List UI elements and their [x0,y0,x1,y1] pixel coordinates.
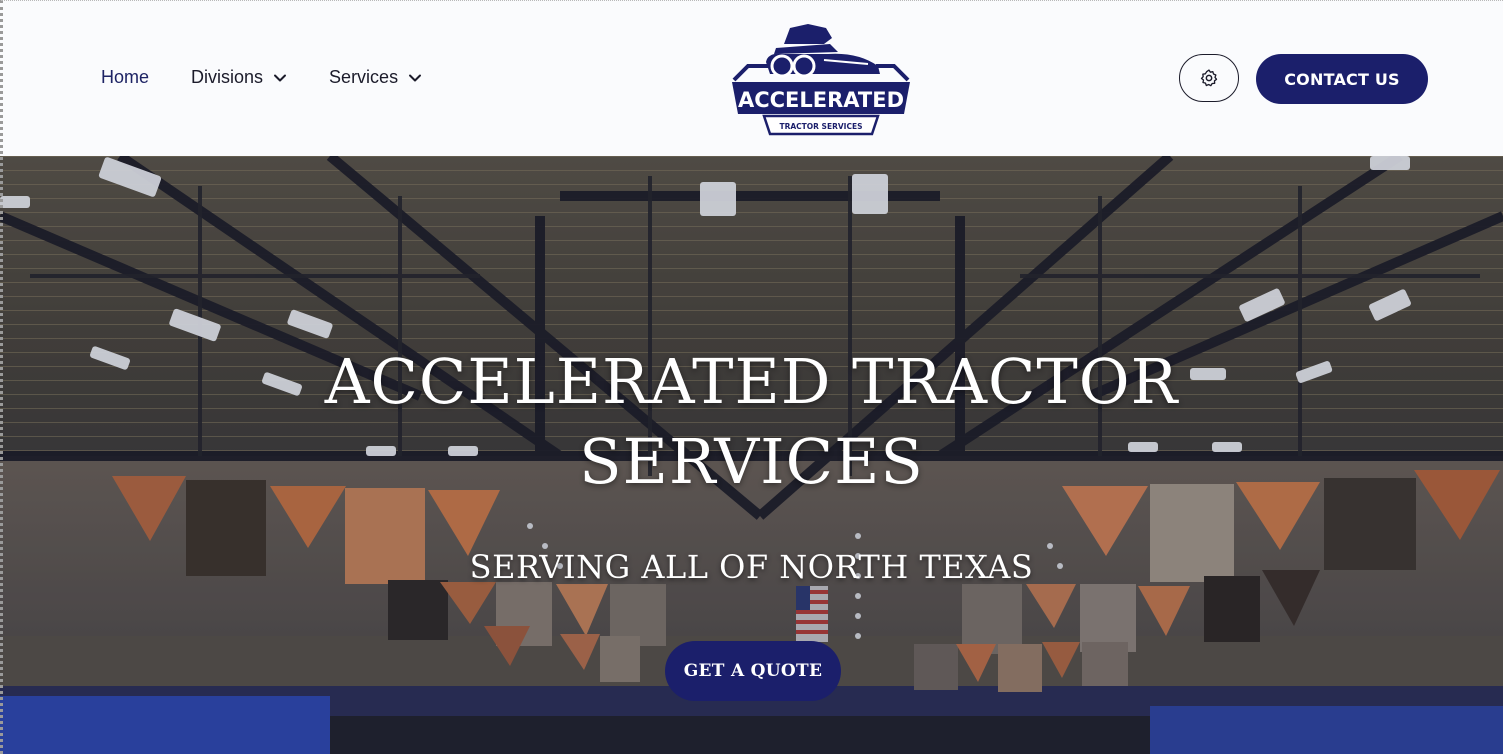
logo-main-text: ACCELERATED [738,88,904,112]
hero-section: ACCELERATED TRACTOR SERVICES SERVING ALL… [0,156,1503,754]
main-nav: Home Divisions Services [101,67,464,88]
logo-sub-text: TRACTOR SERVICES [779,122,862,131]
site-header: Home Divisions Services ACCELERATED TRAC… [0,0,1503,156]
hero-title: ACCELERATED TRACTOR SERVICES [0,342,1503,502]
hero-title-line-1: ACCELERATED TRACTOR [324,345,1179,418]
nav-item-home[interactable]: Home [101,67,149,88]
hero-subtitle: SERVING ALL OF NORTH TEXAS [469,548,1034,586]
chevron-down-icon [409,74,422,81]
nav-item-divisions[interactable]: Divisions [191,67,287,88]
settings-button[interactable] [1179,54,1239,102]
nav-item-label: Services [329,67,399,87]
chevron-down-icon [274,74,287,81]
brand-logo[interactable]: ACCELERATED TRACTOR SERVICES [728,22,914,138]
nav-item-services[interactable]: Services [329,67,422,88]
hero-title-line-2: SERVICES [579,425,924,498]
nav-item-label: Home [101,67,150,87]
gear-icon [1200,69,1218,87]
get-a-quote-button[interactable]: GET A QUOTE [665,641,841,701]
contact-us-button[interactable]: CONTACT US [1256,54,1428,104]
nav-item-label: Divisions [191,67,264,87]
